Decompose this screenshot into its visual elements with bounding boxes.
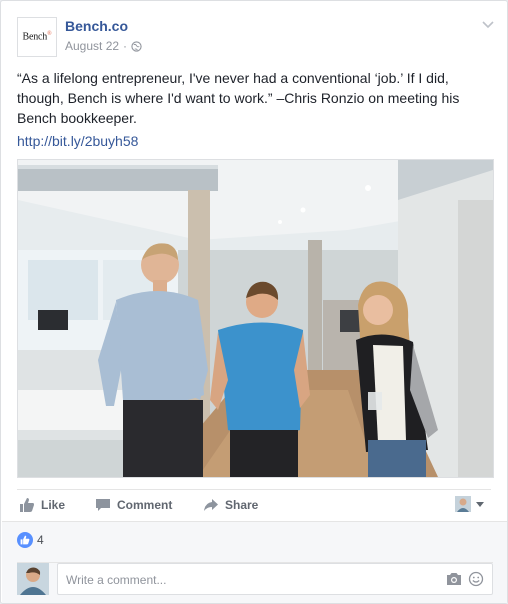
like-count: 4 [37,533,44,547]
post-body-text: “As a lifelong entrepreneur, I've never … [17,70,460,126]
globe-icon [131,40,142,52]
caret-down-icon [476,502,484,507]
comment-input[interactable] [64,570,428,590]
share-label: Share [225,498,259,512]
post-photo[interactable] [17,159,494,478]
comment-label: Comment [117,498,173,512]
like-reaction-icon [17,532,33,548]
logo-wordmark: Bench® [22,31,52,43]
emoji-icon[interactable] [468,571,484,587]
thumbs-up-icon [20,498,34,512]
meta-separator: · [123,39,128,53]
office-photo-illustration [18,160,493,477]
like-button[interactable]: Like [19,496,65,514]
post-date[interactable]: August 22 [65,39,119,53]
comment-icon [96,499,110,511]
post-meta: August 22 · [65,39,142,53]
comment-composer [17,562,493,595]
camera-icon[interactable] [446,571,462,587]
comment-button[interactable]: Comment [95,496,172,514]
like-label: Like [41,498,66,512]
share-button[interactable]: Share [203,496,258,514]
avatar [17,563,49,595]
post-header: Bench® Bench.co August 22 · [17,17,495,57]
page-name-link[interactable]: Bench.co [65,18,128,34]
post-link[interactable]: http://bit.ly/2buyh58 [17,132,138,150]
user-avatar-icon [455,496,471,512]
page-logo[interactable]: Bench® [17,17,57,57]
action-bar: Like Comment Share [17,489,491,520]
reactions-summary[interactable]: 4 [17,532,44,548]
post-footer: 4 [2,521,507,603]
commenter-avatar [17,563,49,595]
chevron-down-icon[interactable] [481,17,495,31]
comment-box [57,563,493,595]
post-as-selector[interactable] [455,495,485,513]
post-card: Bench® Bench.co August 22 · “As a lifelo… [0,0,508,604]
share-arrow-icon [204,499,218,511]
